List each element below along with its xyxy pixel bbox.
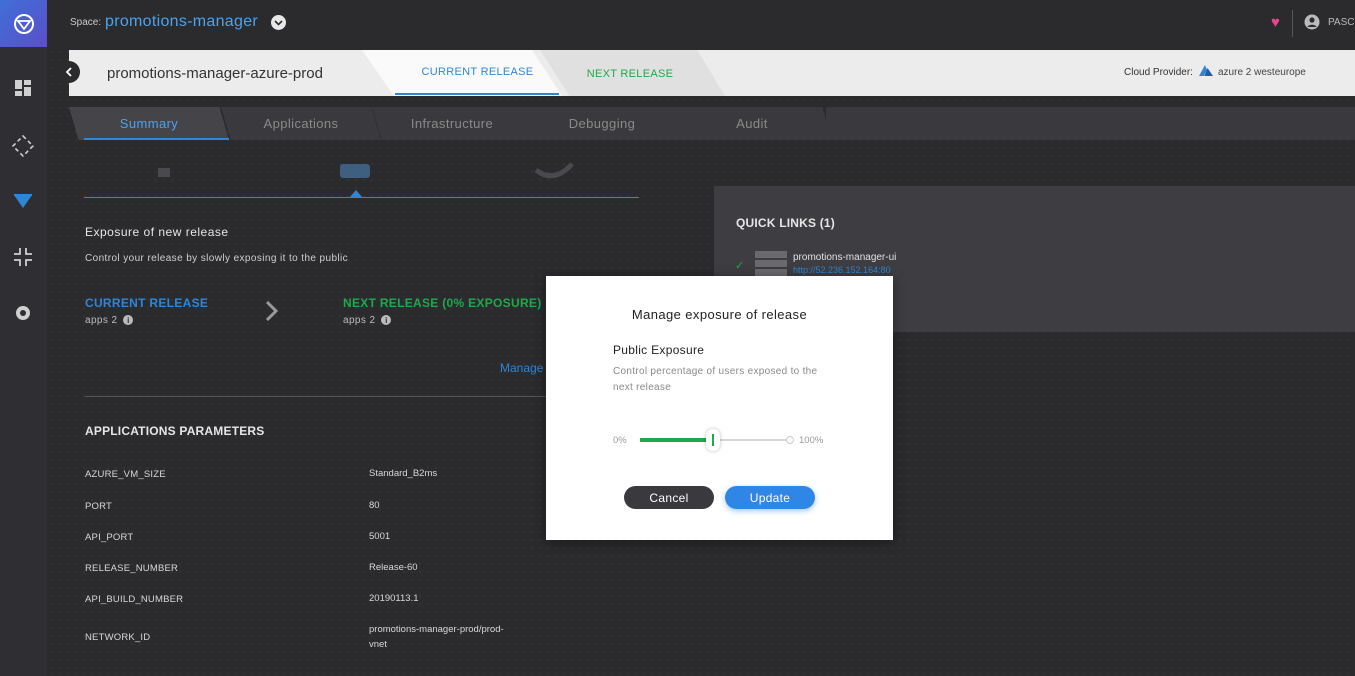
server-icon (755, 251, 787, 276)
user-name[interactable]: PASC (1328, 17, 1355, 28)
chevron-down-icon[interactable] (271, 15, 286, 30)
topbar-divider (1292, 10, 1293, 37)
param-value: 20190113.1 (369, 593, 419, 604)
param-value: 5001 (369, 531, 391, 542)
param-value: Standard_B2ms (369, 468, 438, 479)
info-icon[interactable]: i (123, 315, 134, 326)
param-key: AZURE_VM_SIZE (85, 469, 166, 480)
manage-exposure-link[interactable]: Manage (500, 361, 543, 375)
favorite-heart-icon[interactable]: ♥ (1271, 14, 1280, 31)
param-key: NETWORK_ID (85, 632, 151, 643)
section-tabs-filler (826, 107, 1355, 140)
param-key: API_PORT (85, 532, 134, 543)
chevron-left-icon (65, 67, 72, 77)
slider-min-label: 0% (613, 435, 627, 446)
app-logo[interactable] (0, 0, 47, 47)
left-nav (0, 0, 47, 676)
update-button[interactable]: Update (725, 486, 815, 509)
param-value: Release-60 (369, 562, 418, 573)
tab-summary-underline (84, 138, 229, 140)
tab-summary[interactable]: Summary (69, 107, 229, 140)
space-label: Space: (70, 17, 102, 28)
exposure-slider-handle[interactable] (706, 429, 720, 451)
logo-icon (13, 13, 34, 34)
param-key: API_BUILD_NUMBER (85, 594, 184, 605)
dashboard-icon[interactable] (10, 75, 36, 101)
param-key: PORT (85, 501, 113, 512)
tab-applications[interactable]: Applications (221, 107, 381, 140)
exposure-slider-fill (640, 438, 713, 442)
back-button[interactable] (58, 61, 80, 83)
public-exposure-desc: Control percentage of users exposed to t… (613, 366, 818, 393)
sandboxes-icon[interactable] (10, 189, 36, 215)
next-release-label: NEXT RELEASE (0% EXPOSURE) (343, 296, 542, 310)
blueprint-icon[interactable] (10, 133, 36, 159)
manage-exposure-modal: Manage exposure of release Public Exposu… (546, 276, 893, 540)
exposure-subtitle: Control your release by slowly exposing … (85, 253, 349, 264)
quick-link-url[interactable]: http://52.236.152.164:80 (793, 265, 891, 275)
params-title: APPLICATIONS PARAMETERS (85, 424, 265, 438)
space-selector[interactable]: promotions-manager (105, 13, 258, 31)
tab-current-underline (395, 93, 559, 95)
user-avatar-icon[interactable] (1304, 14, 1320, 30)
quick-link-name: promotions-manager-ui (793, 252, 897, 263)
chevron-right-icon (265, 300, 279, 322)
settings-gear-icon[interactable] (10, 300, 36, 326)
current-release-apps: apps 2 i (85, 315, 134, 326)
public-exposure-title: Public Exposure (613, 343, 705, 357)
current-release-label: CURRENT RELEASE (85, 296, 209, 310)
tab-current-release[interactable]: CURRENT RELEASE (395, 66, 560, 78)
tab-audit[interactable]: Audit (672, 107, 832, 140)
illustration-divider (84, 197, 639, 198)
info-icon[interactable]: i (381, 315, 392, 326)
cloud-provider-value: azure 2 westeurope (1218, 67, 1306, 78)
current-apps-count: apps 2 (85, 315, 118, 326)
slider-max-label: 100% (799, 435, 824, 446)
quick-links-title: QUICK LINKS (1) (736, 216, 835, 230)
param-value: 80 (369, 500, 380, 511)
tab-infrastructure[interactable]: Infrastructure (372, 107, 532, 140)
next-apps-count: apps 2 (343, 315, 376, 326)
param-key: RELEASE_NUMBER (85, 563, 179, 574)
tab-next-release[interactable]: NEXT RELEASE (565, 68, 695, 80)
release-illustration (84, 150, 639, 180)
cancel-button[interactable]: Cancel (624, 486, 714, 509)
param-value: promotions-manager-prod/prod-vnet (369, 624, 504, 650)
environment-title: promotions-manager-azure-prod (107, 65, 323, 82)
illustration-pointer (350, 190, 362, 197)
collapse-icon[interactable] (10, 244, 36, 270)
cloud-provider-label: Cloud Provider: (1124, 67, 1193, 78)
check-icon: ✓ (735, 260, 745, 272)
tab-debugging[interactable]: Debugging (522, 107, 682, 140)
modal-title: Manage exposure of release (631, 307, 808, 322)
slider-end-marker (786, 436, 794, 444)
exposure-title: Exposure of new release (85, 225, 229, 239)
next-release-apps: apps 2 i (343, 315, 392, 326)
azure-icon (1199, 65, 1213, 76)
section-divider (85, 396, 555, 397)
top-bar: Space: promotions-manager ♥ PASC (47, 0, 1355, 47)
